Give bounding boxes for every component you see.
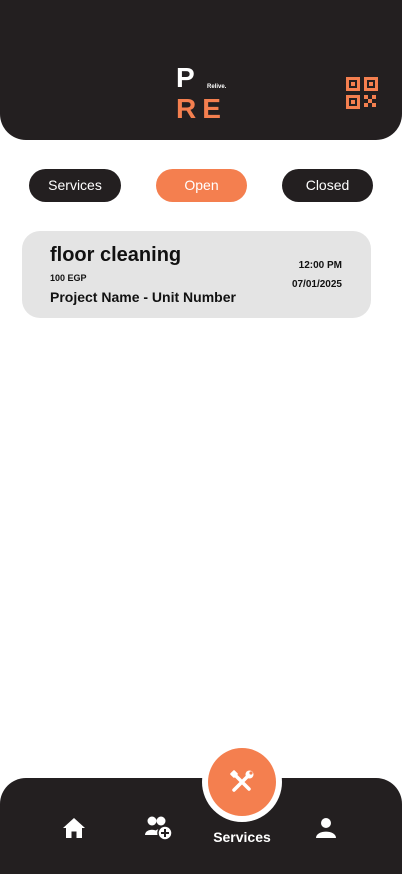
profile-icon[interactable] (315, 817, 337, 839)
app-header: P Relive. RE (0, 0, 402, 140)
tab-closed[interactable]: Closed (282, 169, 373, 202)
app-logo: P Relive. RE (176, 62, 232, 124)
qr-code-icon[interactable] (346, 77, 378, 109)
request-project-unit: Project Name - Unit Number (50, 289, 236, 305)
logo-tagline: Relive. (207, 84, 227, 90)
add-user-icon[interactable] (145, 815, 173, 841)
services-nav-button[interactable] (208, 748, 276, 816)
tab-services[interactable]: Services (29, 169, 121, 202)
status-filter-tabs: Services Open Closed (0, 169, 402, 202)
logo-letters-re: RE (176, 93, 227, 124)
home-icon[interactable] (62, 817, 86, 839)
logo-letter-p: P (176, 62, 195, 93)
request-title: floor cleaning (50, 244, 182, 266)
request-price: 100 EGP (50, 273, 87, 283)
tab-open[interactable]: Open (156, 169, 247, 202)
request-date: 07/01/2025 (291, 279, 342, 290)
tools-icon (230, 770, 254, 792)
services-nav-label: Services (213, 829, 271, 845)
request-time: 12:00 PM (298, 260, 342, 271)
bottom-navigation-bar (0, 778, 402, 874)
service-request-card[interactable]: floor cleaning 100 EGP Project Name - Un… (22, 231, 371, 318)
